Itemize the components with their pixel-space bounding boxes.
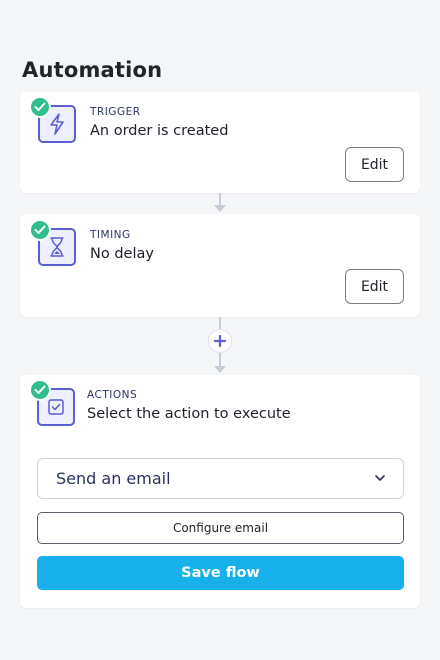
timing-label: TIMING [90, 229, 131, 241]
completed-check-icon [29, 96, 51, 118]
configure-email-button[interactable]: Configure email [37, 512, 404, 544]
connector-line [219, 353, 221, 367]
completed-check-icon [29, 219, 51, 241]
chevron-down-icon [375, 475, 385, 481]
action-select[interactable]: Send an email [37, 458, 404, 499]
add-step-button[interactable] [208, 329, 232, 353]
save-flow-button[interactable]: Save flow [37, 556, 404, 590]
connector-line [219, 317, 221, 329]
action-select-value: Send an email [56, 469, 171, 488]
connector-arrow [214, 366, 226, 373]
actions-label: ACTIONS [87, 389, 138, 401]
trigger-card: TRIGGER An order is created Edit [20, 92, 420, 193]
timing-description: No delay [90, 246, 154, 262]
edit-trigger-button[interactable]: Edit [345, 147, 404, 182]
completed-check-icon [29, 379, 51, 401]
page-title: Automation [22, 58, 163, 82]
trigger-label: TRIGGER [90, 106, 141, 118]
connector-arrow [214, 205, 226, 212]
plus-icon [214, 335, 226, 347]
actions-card: ACTIONS Select the action to execute Sen… [20, 375, 420, 608]
trigger-description: An order is created [90, 123, 229, 139]
edit-timing-button[interactable]: Edit [345, 269, 404, 304]
timing-card: TIMING No delay Edit [20, 214, 420, 317]
actions-description: Select the action to execute [87, 406, 291, 422]
